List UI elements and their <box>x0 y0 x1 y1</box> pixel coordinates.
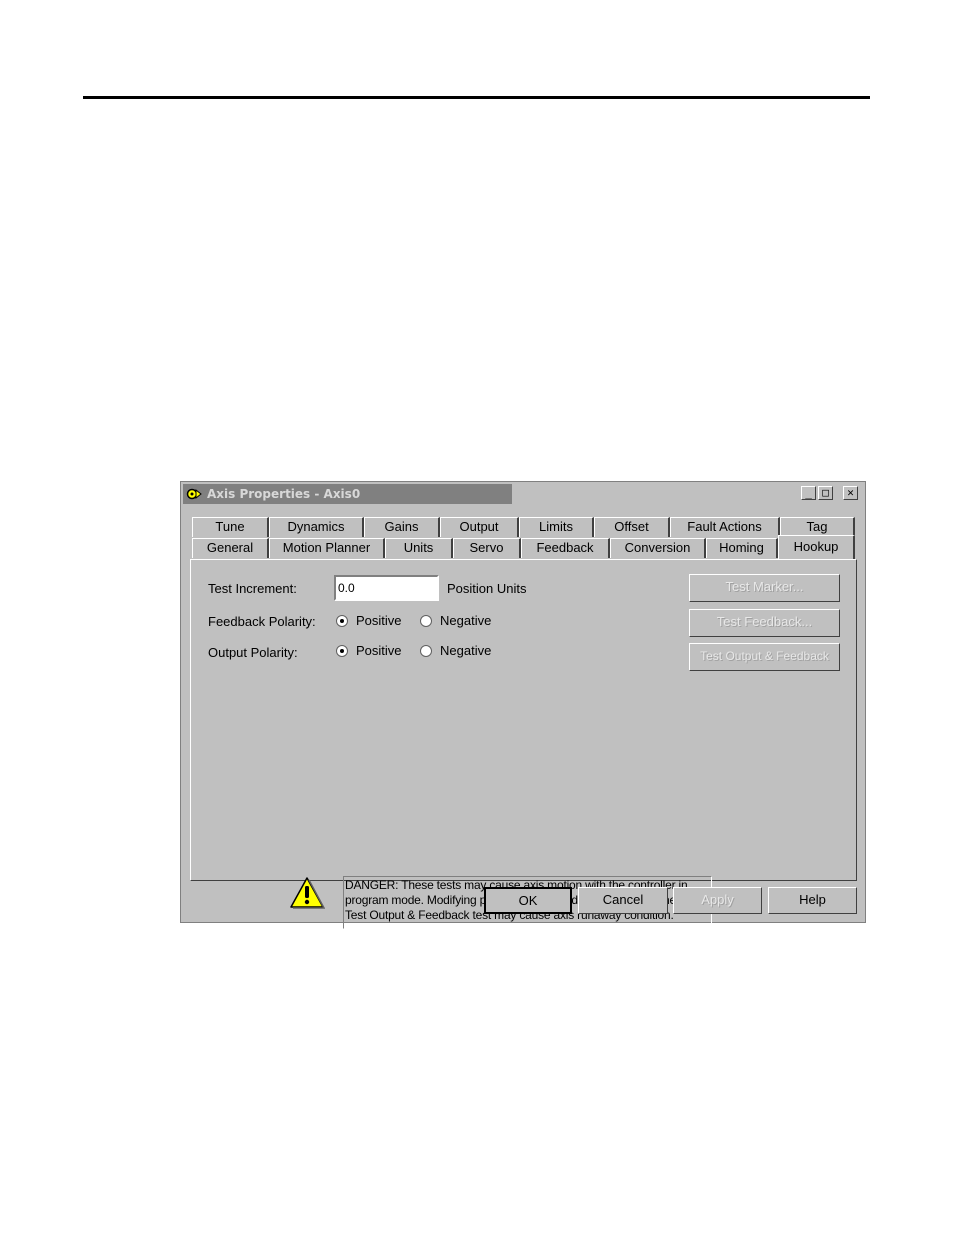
cancel-button[interactable]: Cancel <box>578 887 668 914</box>
ok-button[interactable]: OK <box>484 887 572 914</box>
tab-servo[interactable]: Servo <box>453 538 521 558</box>
output-positive-label: Positive <box>356 643 402 658</box>
test-output-feedback-button[interactable]: Test Output & Feedback <box>689 643 840 671</box>
warning-icon <box>290 877 325 909</box>
close-button[interactable]: ✕ <box>843 486 858 500</box>
tab-hookup[interactable]: Hookup <box>778 535 855 559</box>
tab-limits[interactable]: Limits <box>519 517 594 537</box>
output-polarity-label: Output Polarity: <box>208 645 298 660</box>
tab-feedback[interactable]: Feedback <box>521 538 610 558</box>
test-increment-label: Test Increment: <box>208 581 297 596</box>
feedback-positive-label: Positive <box>356 613 402 628</box>
tab-tune[interactable]: Tune <box>192 517 269 537</box>
tab-homing[interactable]: Homing <box>706 538 778 558</box>
tab-output[interactable]: Output <box>440 517 519 537</box>
help-button[interactable]: Help <box>768 887 857 914</box>
tab-dynamics[interactable]: Dynamics <box>269 517 364 537</box>
apply-button[interactable]: Apply <box>673 887 762 914</box>
test-feedback-button[interactable]: Test Feedback... <box>689 609 840 637</box>
tab-motion-planner[interactable]: Motion Planner <box>269 538 385 558</box>
tab-conversion[interactable]: Conversion <box>610 538 706 558</box>
feedback-negative-radio[interactable] <box>420 615 432 627</box>
title-bar[interactable]: Axis Properties - Axis0 <box>183 484 512 504</box>
maximize-button[interactable]: □ <box>818 486 833 500</box>
feedback-positive-radio[interactable] <box>336 615 348 627</box>
output-positive-radio[interactable] <box>336 645 348 657</box>
tab-general[interactable]: General <box>192 538 269 558</box>
test-increment-input[interactable] <box>334 575 439 601</box>
page-header-rule <box>83 96 870 99</box>
tab-offset[interactable]: Offset <box>594 517 670 537</box>
axis-gear-icon <box>186 488 202 500</box>
tab-units[interactable]: Units <box>385 538 453 558</box>
minimize-button[interactable]: _ <box>801 486 816 500</box>
test-marker-button[interactable]: Test Marker... <box>689 574 840 602</box>
axis-properties-dialog: Axis Properties - Axis0 _ □ ✕ Tune Dynam… <box>180 481 866 929</box>
dialog-title: Axis Properties - Axis0 <box>207 487 361 501</box>
tab-gains[interactable]: Gains <box>364 517 440 537</box>
feedback-negative-label: Negative <box>440 613 492 628</box>
tab-tag[interactable]: Tag <box>780 517 855 537</box>
output-negative-label: Negative <box>440 643 492 658</box>
position-units-label: Position Units <box>447 581 527 596</box>
feedback-polarity-label: Feedback Polarity: <box>208 614 316 629</box>
hookup-panel: Test Increment: Position Units Feedback … <box>190 559 857 929</box>
tab-fault-actions[interactable]: Fault Actions <box>670 517 780 537</box>
output-negative-radio[interactable] <box>420 645 432 657</box>
